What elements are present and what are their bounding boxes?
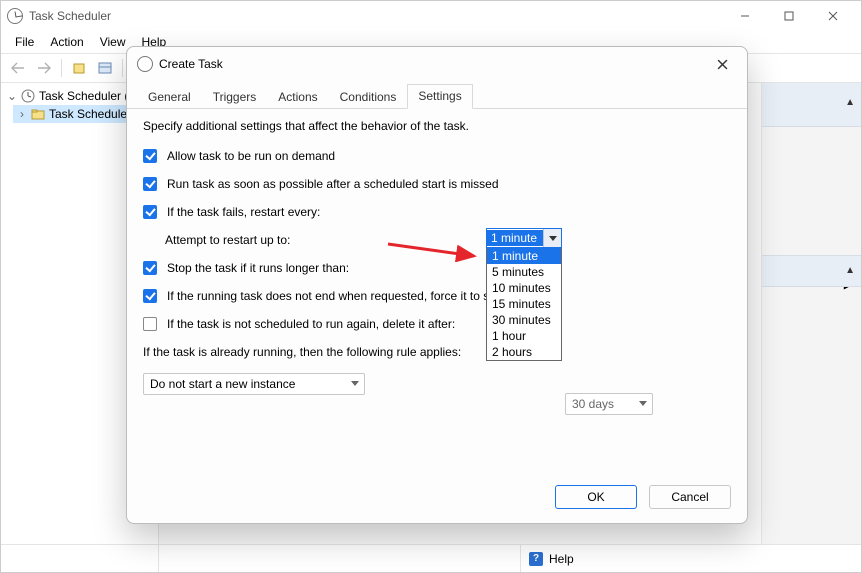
status-cell-left — [1, 545, 159, 572]
scroll-up-icon[interactable]: ▲ — [845, 97, 855, 108]
tree-root-label: Task Scheduler (L — [39, 89, 135, 103]
ok-label: OK — [587, 490, 604, 504]
actions-header-2: ▲ — [762, 255, 861, 287]
restart-every-dropdown[interactable]: 1 minute 1 minute 5 minutes 10 minutes 1… — [486, 228, 562, 361]
opt-already-running-label: If the task is already running, then the… — [143, 345, 731, 359]
tabstrip: General Triggers Actions Conditions Sett… — [127, 83, 747, 109]
ok-button[interactable]: OK — [555, 485, 637, 509]
dropdown-option[interactable]: 5 minutes — [487, 264, 561, 280]
clock-icon — [21, 89, 35, 103]
menu-action[interactable]: Action — [44, 33, 89, 51]
checkbox-icon[interactable] — [143, 261, 157, 275]
dialog-body: Specify additional settings that affect … — [127, 109, 747, 475]
tree-child-label: Task Schedule — [49, 107, 127, 121]
delete-after-combo[interactable]: 30 days — [565, 393, 653, 415]
minimize-button[interactable] — [723, 2, 767, 30]
combo-value: Do not start a new instance — [150, 377, 295, 391]
opt-attempt-restart: Attempt to restart up to: — [143, 233, 731, 247]
close-button[interactable] — [811, 2, 855, 30]
opt-label: Allow task to be run on demand — [167, 149, 335, 163]
actions-panel: ▲ ▶ ▲ — [761, 83, 861, 544]
opt-label: Run task as soon as possible after a sch… — [167, 177, 499, 191]
dialog-close-button[interactable] — [707, 51, 737, 77]
create-task-dialog: Create Task General Triggers Actions Con… — [126, 46, 748, 524]
dropdown-option[interactable]: 30 minutes — [487, 312, 561, 328]
restart-every-selected: 1 minute — [487, 230, 543, 246]
status-cell-mid — [159, 545, 521, 572]
opt-label: If the running task does not end when re… — [167, 289, 493, 303]
dialog-title: Create Task — [159, 57, 707, 71]
opt-restart-fail[interactable]: If the task fails, restart every: — [143, 205, 731, 219]
menu-view[interactable]: View — [94, 33, 132, 51]
status-help[interactable]: ? Help — [521, 545, 861, 572]
opt-run-asap[interactable]: Run task as soon as possible after a sch… — [143, 177, 731, 191]
opt-label: Stop the task if it runs longer than: — [167, 261, 349, 275]
status-help-label: Help — [549, 552, 574, 566]
opt-force-stop[interactable]: If the running task does not end when re… — [143, 289, 731, 303]
opt-label: Attempt to restart up to: — [165, 233, 290, 247]
tab-triggers[interactable]: Triggers — [202, 85, 268, 109]
dropdown-option[interactable]: 1 hour — [487, 328, 561, 344]
opt-delete-after[interactable]: If the task is not scheduled to run agai… — [143, 317, 731, 331]
checkbox-icon[interactable] — [143, 149, 157, 163]
toolbar-separator — [61, 59, 62, 77]
tree-expand-icon[interactable]: › — [17, 107, 27, 121]
opt-allow-on-demand[interactable]: Allow task to be run on demand — [143, 149, 731, 163]
tab-actions[interactable]: Actions — [267, 85, 328, 109]
chevron-down-icon[interactable] — [543, 229, 561, 247]
settings-description: Specify additional settings that affect … — [143, 119, 731, 133]
statusbar: ? Help — [1, 544, 861, 572]
maximize-button[interactable] — [767, 2, 811, 30]
checkbox-icon[interactable] — [143, 205, 157, 219]
dropdown-option[interactable]: 15 minutes — [487, 296, 561, 312]
menu-file[interactable]: File — [9, 33, 40, 51]
opt-label: If the task fails, restart every: — [167, 205, 320, 219]
scroll-up-icon[interactable]: ▲ — [845, 265, 855, 276]
combo-value: 30 days — [572, 397, 614, 411]
checkbox-icon[interactable] — [143, 317, 157, 331]
help-icon: ? — [529, 552, 543, 566]
toolbar-button-2[interactable] — [94, 57, 116, 79]
app-title: Task Scheduler — [29, 9, 723, 23]
opt-label: If the task is not scheduled to run agai… — [167, 317, 455, 331]
cancel-button[interactable]: Cancel — [649, 485, 731, 509]
titlebar: Task Scheduler — [1, 1, 861, 31]
restart-every-field[interactable]: 1 minute — [486, 228, 562, 248]
tab-settings[interactable]: Settings — [407, 84, 472, 109]
restart-every-list: 1 minute 5 minutes 10 minutes 15 minutes… — [486, 248, 562, 361]
cancel-label: Cancel — [671, 490, 708, 504]
back-button[interactable] — [7, 57, 29, 79]
dropdown-option[interactable]: 1 minute — [487, 248, 561, 264]
toolbar-separator — [122, 59, 123, 77]
dialog-footer: OK Cancel — [127, 475, 747, 523]
tab-general[interactable]: General — [137, 85, 202, 109]
dialog-titlebar: Create Task — [127, 47, 747, 81]
checkbox-icon[interactable] — [143, 289, 157, 303]
dropdown-option[interactable]: 10 minutes — [487, 280, 561, 296]
running-rule-combo[interactable]: Do not start a new instance — [143, 373, 365, 395]
chevron-down-icon — [639, 401, 647, 406]
forward-button[interactable] — [33, 57, 55, 79]
folder-icon — [31, 107, 45, 121]
checkbox-icon[interactable] — [143, 177, 157, 191]
tab-conditions[interactable]: Conditions — [329, 85, 408, 109]
chevron-down-icon — [351, 381, 359, 386]
clock-icon — [7, 8, 23, 24]
dropdown-option[interactable]: 2 hours — [487, 344, 561, 360]
clock-icon — [137, 56, 153, 72]
opt-stop-longer[interactable]: Stop the task if it runs longer than: — [143, 261, 731, 275]
tree-collapse-icon[interactable]: ⌄ — [7, 89, 17, 103]
toolbar-button-1[interactable] — [68, 57, 90, 79]
actions-header: ▲ — [762, 83, 861, 127]
